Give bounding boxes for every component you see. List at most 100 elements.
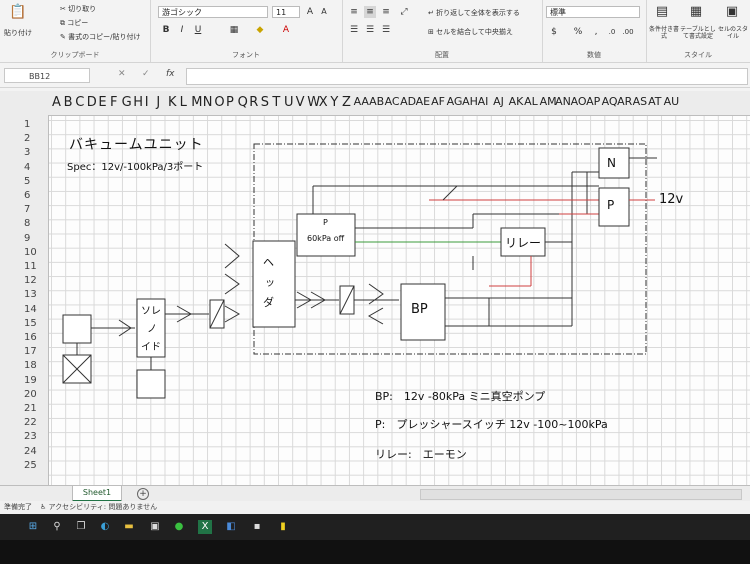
column-header[interactable]: J bbox=[156, 95, 160, 110]
column-header[interactable]: F bbox=[110, 95, 117, 110]
format-as-table-button[interactable]: テーブルとして書式設定 bbox=[680, 26, 716, 40]
decrease-decimal-icon[interactable]: .00 bbox=[622, 26, 634, 38]
row-header[interactable]: 10 bbox=[24, 247, 37, 258]
row-header[interactable]: 16 bbox=[24, 332, 37, 343]
row-header[interactable]: 3 bbox=[24, 147, 30, 158]
add-sheet-icon[interactable]: + bbox=[137, 488, 149, 500]
column-header[interactable]: AC bbox=[385, 95, 400, 108]
paste-button[interactable]: 貼り付け bbox=[4, 28, 32, 38]
percent-icon[interactable]: % bbox=[572, 26, 584, 38]
row-header[interactable]: 14 bbox=[24, 304, 37, 315]
column-header[interactable]: Y bbox=[330, 95, 338, 110]
row-header[interactable]: 8 bbox=[24, 218, 30, 229]
app-icon-1[interactable]: ◧ bbox=[224, 520, 238, 534]
column-header[interactable]: AK bbox=[509, 95, 524, 108]
sheet-tab-sheet1[interactable]: Sheet1 bbox=[72, 486, 122, 502]
excel-icon[interactable]: X bbox=[198, 520, 212, 534]
cell-style-icon[interactable]: ▣ bbox=[724, 5, 740, 22]
column-header[interactable]: AN bbox=[555, 95, 571, 108]
column-header[interactable]: AG bbox=[447, 95, 463, 108]
column-header[interactable]: AP bbox=[586, 95, 600, 108]
column-header[interactable]: AU bbox=[664, 95, 680, 108]
column-header[interactable]: S bbox=[261, 95, 269, 110]
conditional-format-icon[interactable]: ▤ bbox=[654, 5, 670, 22]
name-box[interactable]: BB12 bbox=[4, 68, 90, 83]
search-icon[interactable]: ⚲ bbox=[50, 520, 64, 534]
accessibility-status[interactable]: ♿ アクセシビリティ: 問題ありません bbox=[40, 501, 157, 514]
increase-decimal-icon[interactable]: .0 bbox=[606, 26, 618, 38]
sticky-notes-icon[interactable]: ▮ bbox=[276, 520, 290, 534]
row-header[interactable]: 2 bbox=[24, 133, 30, 144]
column-header[interactable]: Z bbox=[342, 95, 351, 110]
line-icon[interactable]: ● bbox=[172, 520, 186, 534]
align-top-icon[interactable]: ≡ bbox=[348, 6, 360, 18]
formula-input[interactable] bbox=[186, 68, 748, 85]
row-header[interactable]: 23 bbox=[24, 431, 37, 442]
column-header[interactable]: A bbox=[52, 95, 61, 110]
row-header[interactable]: 6 bbox=[24, 190, 30, 201]
column-header[interactable]: AJ bbox=[493, 95, 504, 108]
column-header[interactable]: P bbox=[226, 95, 234, 110]
column-header[interactable]: V bbox=[296, 95, 305, 110]
enter-icon[interactable]: ✓ bbox=[142, 69, 150, 79]
conditional-format-button[interactable]: 条件付き書式 bbox=[648, 26, 680, 40]
task-view-icon[interactable]: ❐ bbox=[74, 520, 88, 534]
wrap-text-button[interactable]: ↵ 折り返して全体を表示する bbox=[428, 8, 520, 18]
font-color-icon[interactable]: A bbox=[280, 24, 292, 36]
column-header[interactable]: AQ bbox=[602, 95, 618, 108]
row-header[interactable]: 11 bbox=[24, 261, 37, 272]
row-header[interactable]: 13 bbox=[24, 289, 37, 300]
column-header[interactable]: N bbox=[203, 95, 213, 110]
column-header[interactable]: K bbox=[168, 95, 177, 110]
bold-icon[interactable]: B bbox=[160, 24, 172, 36]
column-header[interactable]: U bbox=[284, 95, 294, 110]
orientation-icon[interactable]: ⤢ bbox=[398, 6, 410, 18]
comma-icon[interactable]: , bbox=[590, 26, 602, 38]
row-header[interactable]: 7 bbox=[24, 204, 30, 215]
column-header[interactable]: D bbox=[87, 95, 97, 110]
row-header[interactable]: 9 bbox=[24, 233, 30, 244]
column-header[interactable]: G bbox=[122, 95, 132, 110]
row-header[interactable]: 24 bbox=[24, 446, 37, 457]
format-painter-button[interactable]: ✎ 書式のコピー/貼り付け bbox=[60, 32, 140, 42]
row-header[interactable]: 25 bbox=[24, 460, 37, 471]
row-header[interactable]: 12 bbox=[24, 275, 37, 286]
column-header[interactable]: M bbox=[191, 95, 202, 110]
column-header[interactable]: AA bbox=[354, 95, 369, 108]
copy-button[interactable]: ⧉ コピー bbox=[60, 18, 88, 28]
row-header[interactable]: 15 bbox=[24, 318, 37, 329]
row-header[interactable]: 4 bbox=[24, 162, 30, 173]
decrease-font-icon[interactable]: A bbox=[318, 6, 330, 18]
column-header[interactable]: AB bbox=[369, 95, 384, 108]
align-middle-icon[interactable]: ≡ bbox=[364, 6, 376, 18]
row-header[interactable]: 18 bbox=[24, 360, 37, 371]
number-format-dropdown[interactable]: 標準 bbox=[546, 6, 640, 18]
column-header[interactable]: Q bbox=[238, 95, 248, 110]
column-header[interactable]: L bbox=[180, 95, 187, 110]
table-format-icon[interactable]: ▦ bbox=[688, 5, 704, 22]
align-center-icon[interactable]: ☰ bbox=[364, 24, 376, 36]
merge-center-button[interactable]: ⊞ セルを結合して中央揃え bbox=[428, 27, 513, 37]
explorer-icon[interactable]: ▬ bbox=[122, 520, 136, 534]
cancel-icon[interactable]: ✕ bbox=[118, 69, 126, 79]
column-header[interactable]: AM bbox=[540, 95, 557, 108]
column-header[interactable]: AF bbox=[431, 95, 445, 108]
column-header[interactable]: T bbox=[272, 95, 280, 110]
column-header[interactable]: B bbox=[64, 95, 73, 110]
row-header[interactable]: 21 bbox=[24, 403, 37, 414]
column-header[interactable]: O bbox=[214, 95, 224, 110]
column-header[interactable]: AS bbox=[633, 95, 648, 108]
align-right-icon[interactable]: ☰ bbox=[380, 24, 392, 36]
column-header[interactable]: AT bbox=[648, 95, 661, 108]
cell-grid[interactable]: バキュームユニット Spec：12v/-100kPa/3ポート ソレ ノ イド … bbox=[49, 116, 750, 486]
start-icon[interactable]: ⊞ bbox=[26, 520, 40, 534]
column-header[interactable]: E bbox=[98, 95, 106, 110]
edge-icon[interactable]: ◐ bbox=[98, 520, 112, 534]
app-icon-2[interactable]: ▪ bbox=[250, 520, 264, 534]
column-header[interactable]: AR bbox=[617, 95, 632, 108]
currency-icon[interactable]: $ bbox=[548, 26, 560, 38]
column-header[interactable]: AI bbox=[478, 95, 489, 108]
row-header[interactable]: 5 bbox=[24, 176, 30, 187]
column-header[interactable]: AH bbox=[462, 95, 478, 108]
row-header[interactable]: 1 bbox=[24, 119, 30, 130]
